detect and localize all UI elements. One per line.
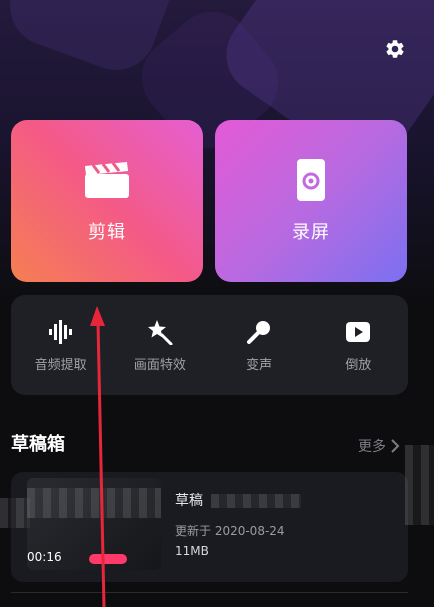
annotation-arrow: [90, 306, 106, 607]
